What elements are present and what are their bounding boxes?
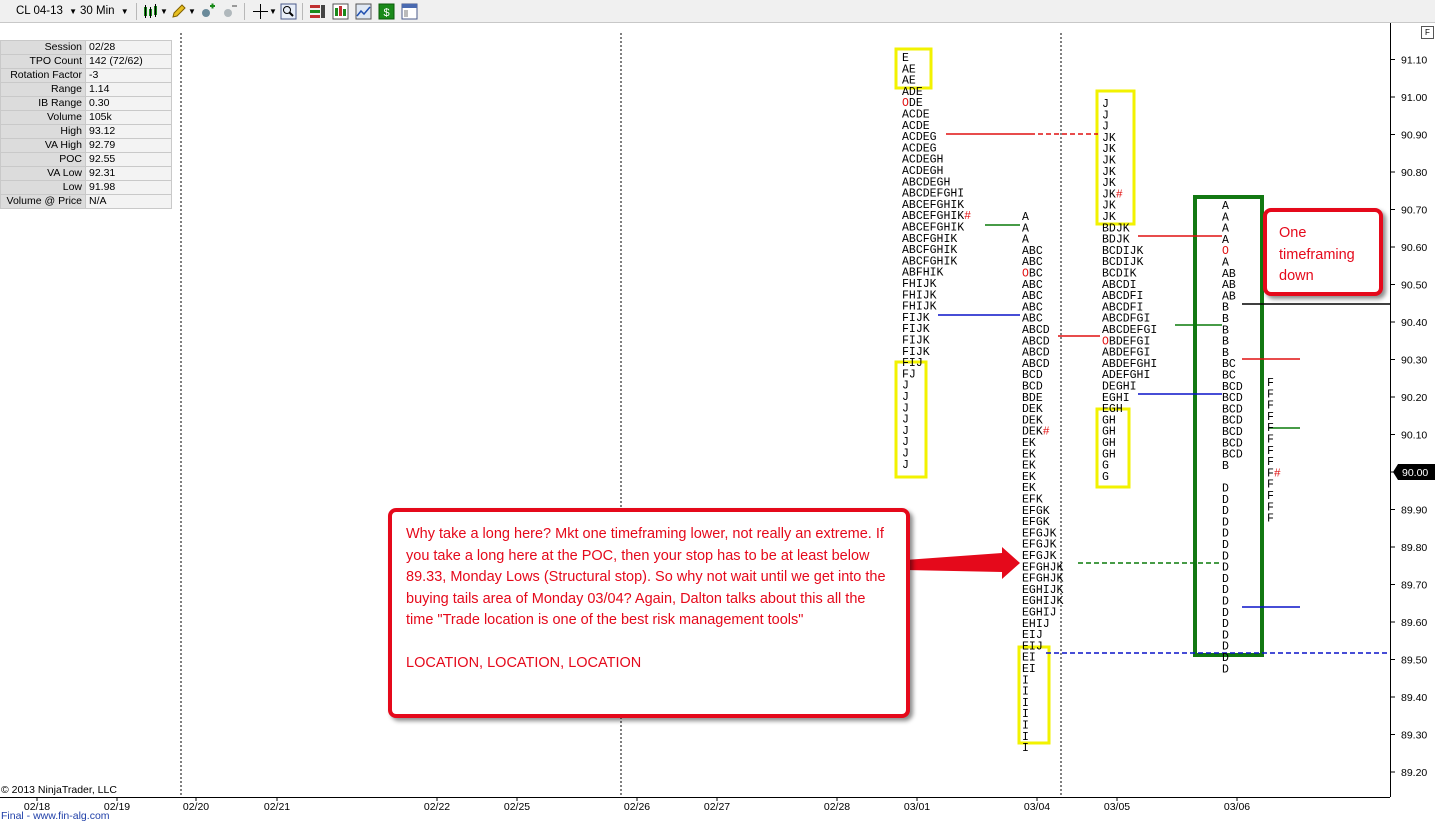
callout-text: Why take a long here? Mkt one timeframin… <box>406 526 886 628</box>
one-timeframing-callout: One timeframing down <box>1263 208 1383 296</box>
price-tick-label: 91.00 <box>1401 92 1427 104</box>
price-tick-label: 90.90 <box>1401 130 1427 142</box>
data-box-icon[interactable] <box>401 3 418 20</box>
price-tick-label: 90.30 <box>1401 355 1427 367</box>
instrument-selector[interactable]: CL 04-13 ▼ <box>16 3 77 20</box>
date-tick-label: 03/06 <box>1224 801 1250 813</box>
chevron-down-icon[interactable]: ▼ <box>188 7 196 16</box>
price-axis[interactable]: 91.10 91.00 90.90 90.80 90.70 90.60 90.50 90.40… <box>1390 23 1435 797</box>
price-tick-label: 89.90 <box>1401 505 1427 517</box>
price-tick-label: 90.40 <box>1401 317 1427 329</box>
zoom-icon[interactable] <box>280 3 297 20</box>
chart-toolbar: CL 04-13 ▼ 30 Min ▼ ▼ ▼ ▼ $ <box>0 0 1435 23</box>
strategies-icon[interactable] <box>309 3 326 20</box>
date-tick-label: 02/25 <box>504 801 530 813</box>
tpo-row: B <box>1222 460 1229 473</box>
callout-arrow <box>905 547 1020 579</box>
remove-indicator-icon[interactable] <box>221 3 238 20</box>
copyright-text: © 2013 NinjaTrader, LLC <box>1 784 117 796</box>
date-tick-label: 02/21 <box>264 801 290 813</box>
price-tick-label: 89.40 <box>1401 692 1427 704</box>
source-url-text: Final - www.fin-alg.com <box>1 810 110 822</box>
bar-type-icon[interactable] <box>332 3 349 20</box>
date-tick-label: 02/28 <box>824 801 850 813</box>
interval-selector[interactable]: 30 Min ▼ <box>80 3 129 20</box>
toolbar-divider <box>136 3 137 20</box>
tpo-row: F <box>1267 513 1274 526</box>
date-tick-label: 02/27 <box>704 801 730 813</box>
callout-small-text: One timeframing down <box>1279 225 1355 284</box>
chevron-down-icon[interactable]: ▼ <box>160 7 168 16</box>
crosshair-icon[interactable] <box>252 3 269 20</box>
price-tick-label: 89.70 <box>1401 580 1427 592</box>
price-tick-label: 90.70 <box>1401 205 1427 217</box>
svg-text:$: $ <box>383 7 389 19</box>
date-tick-label: 03/04 <box>1024 801 1050 813</box>
trade-location-callout: Why take a long here? Mkt one timeframin… <box>388 508 910 718</box>
date-tick-label: 03/05 <box>1104 801 1130 813</box>
current-price-label: 90.00 <box>1402 467 1428 479</box>
tpo-row: G <box>1102 471 1109 484</box>
date-tick-label: 03/01 <box>904 801 930 813</box>
interval-label: 30 Min <box>80 5 115 17</box>
chevron-down-icon: ▼ <box>69 7 78 16</box>
callout-location-text: LOCATION, LOCATION, LOCATION <box>406 654 642 671</box>
toolbar-divider <box>244 3 245 20</box>
date-tick-label: 02/22 <box>424 801 450 813</box>
price-tick-label: 89.80 <box>1401 542 1427 554</box>
add-indicator-icon[interactable] <box>199 3 216 20</box>
price-tick-label: 91.10 <box>1401 55 1427 67</box>
chevron-down-icon[interactable]: ▼ <box>269 7 277 16</box>
price-tick-label: 90.80 <box>1401 167 1427 179</box>
price-tick-label: 89.30 <box>1401 730 1427 742</box>
price-tick-label: 90.10 <box>1401 430 1427 442</box>
instrument-label: CL 04-13 <box>16 5 63 17</box>
price-tick-label: 90.20 <box>1401 392 1427 404</box>
money-icon[interactable]: $ <box>378 3 395 20</box>
tpo-row: J <box>902 459 909 472</box>
pencil-draw-icon[interactable] <box>170 3 187 20</box>
price-tick-label: 89.50 <box>1401 655 1427 667</box>
tpo-row: D <box>1222 663 1229 676</box>
time-axis[interactable]: 02/18 02/19 02/20 02/21 02/22 02/25 02/26 02/27… <box>0 797 1390 826</box>
tpo-row: I <box>1022 742 1029 755</box>
price-tick-label: 90.60 <box>1401 242 1427 254</box>
price-tick-label: 90.50 <box>1401 280 1427 292</box>
price-tick-label: 89.20 <box>1401 767 1427 779</box>
candlestick-chart-icon[interactable] <box>142 3 159 20</box>
price-tick-label: 89.60 <box>1401 617 1427 629</box>
toolbar-divider <box>302 3 303 20</box>
date-tick-label: 02/20 <box>183 801 209 813</box>
chart-properties-icon[interactable] <box>355 3 372 20</box>
chart-flag-icon[interactable]: F <box>1421 26 1434 39</box>
date-tick-label: 02/26 <box>624 801 650 813</box>
chevron-down-icon: ▼ <box>120 7 129 16</box>
